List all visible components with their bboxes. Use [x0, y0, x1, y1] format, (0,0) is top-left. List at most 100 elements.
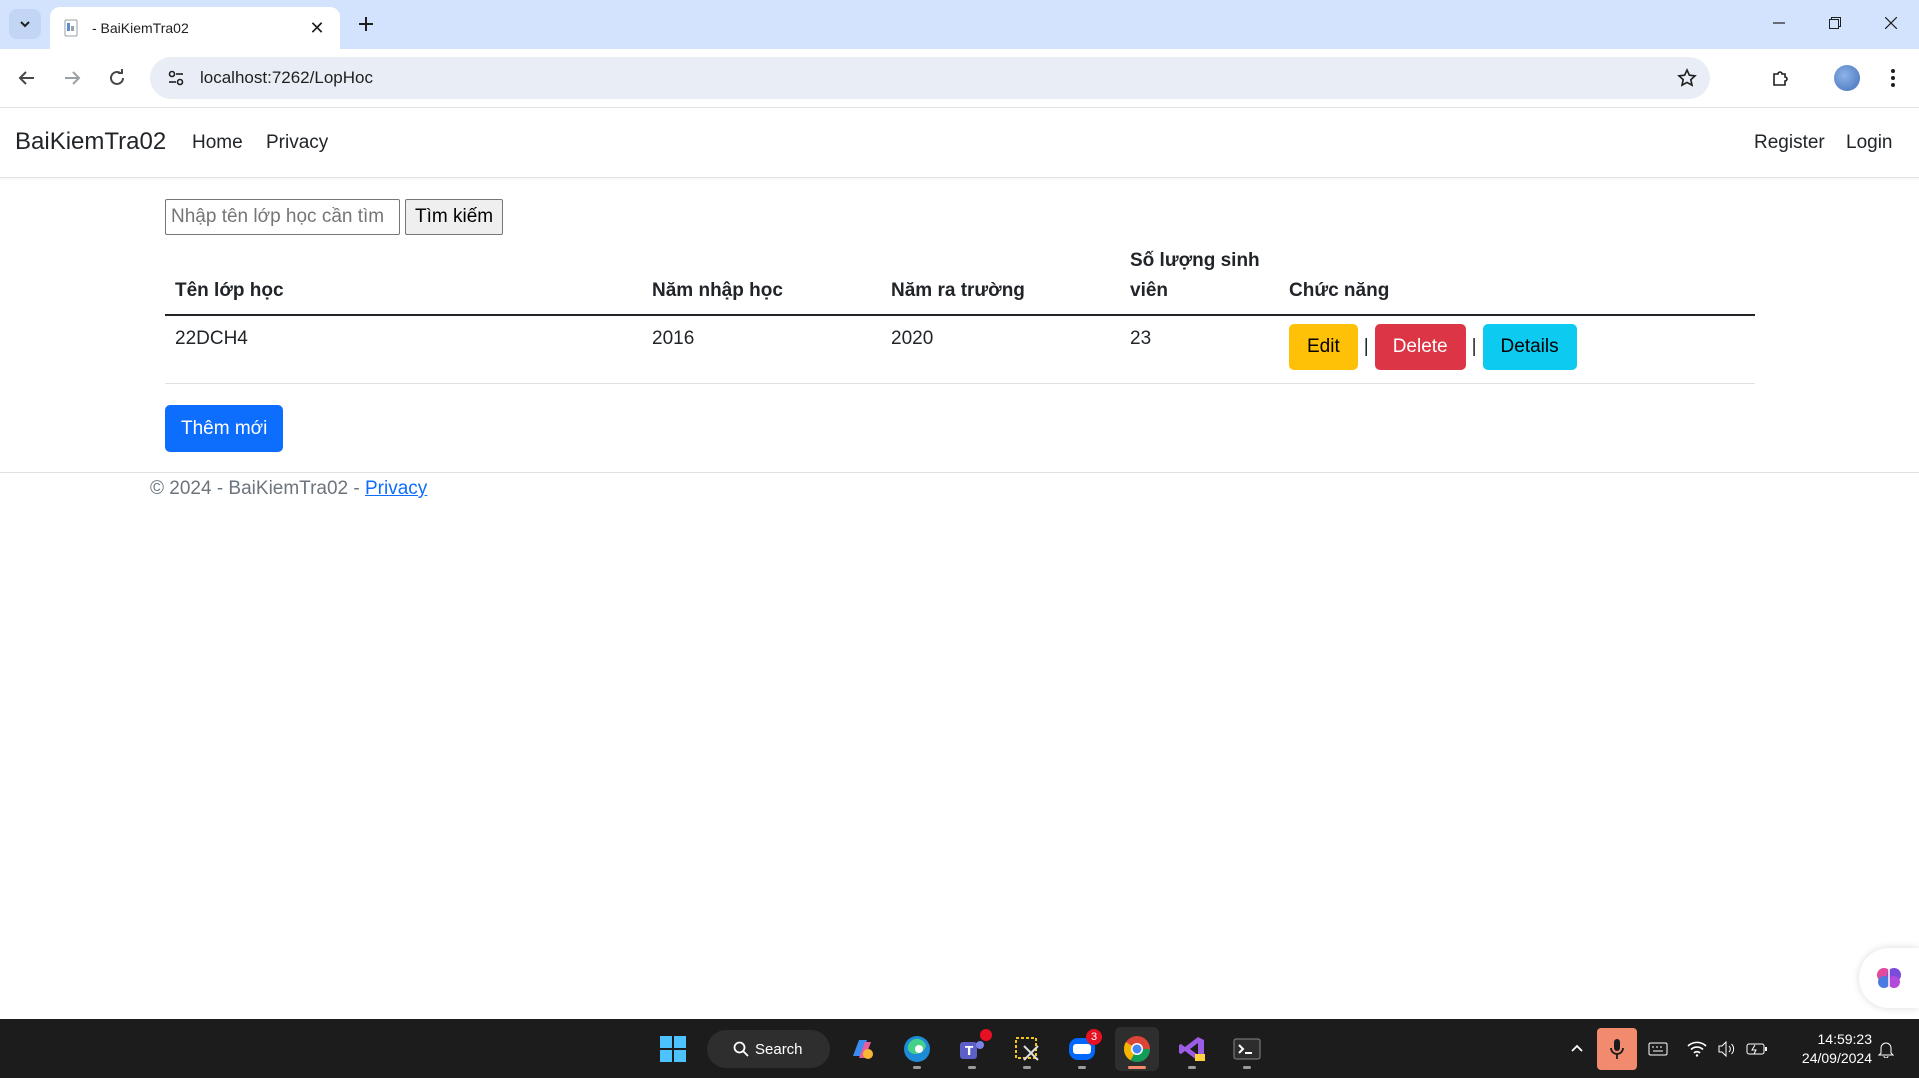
- cell-student-count: 23: [1120, 315, 1279, 384]
- notifications-button[interactable]: [1874, 1037, 1898, 1061]
- nav-login[interactable]: Login: [1846, 132, 1893, 154]
- tab-search-button[interactable]: [9, 9, 41, 39]
- cell-actions: Edit | Delete | Details: [1279, 315, 1755, 384]
- nav-home[interactable]: Home: [192, 132, 243, 154]
- reload-button[interactable]: [100, 61, 134, 95]
- restore-icon: [1829, 17, 1841, 29]
- cell-end-year: 2020: [881, 315, 1120, 384]
- edit-button[interactable]: Edit: [1289, 324, 1358, 370]
- back-button[interactable]: [10, 61, 44, 95]
- taskbar-visual-studio[interactable]: [1170, 1027, 1214, 1071]
- cell-class-name: 22DCH4: [165, 315, 642, 384]
- url-text: localhost:7262/LopHoc: [200, 68, 373, 87]
- footer-copyright: © 2024 - BaiKiemTra02 -: [150, 478, 365, 499]
- system-clock[interactable]: 14:59:23 24/09/2024: [1780, 1030, 1872, 1068]
- clock-time: 14:59:23: [1817, 1031, 1873, 1047]
- microphone-icon: [1610, 1039, 1624, 1059]
- nav-register[interactable]: Register: [1754, 132, 1825, 154]
- wifi-button[interactable]: [1685, 1037, 1709, 1061]
- running-indicator: [1188, 1066, 1196, 1069]
- close-tab-icon[interactable]: ✕: [306, 18, 328, 39]
- row-actions: Edit | Delete | Details: [1289, 324, 1745, 370]
- minimize-icon: [1773, 22, 1785, 24]
- taskbar-teams[interactable]: T: [950, 1027, 994, 1071]
- running-indicator: [913, 1066, 921, 1069]
- arrow-right-icon: [65, 71, 81, 85]
- start-button[interactable]: [651, 1027, 695, 1071]
- wifi-icon: [1687, 1041, 1707, 1057]
- search-form: Tìm kiếm: [165, 199, 504, 235]
- taskbar-edge[interactable]: [895, 1027, 939, 1071]
- header-start-year: Năm nhập học: [642, 238, 881, 316]
- close-window-button[interactable]: [1863, 0, 1919, 46]
- active-indicator: [1128, 1066, 1146, 1069]
- taskbar-search[interactable]: Search: [707, 1030, 830, 1068]
- minimize-button[interactable]: [1751, 0, 1807, 46]
- taskbar-chrome[interactable]: [1115, 1027, 1159, 1071]
- window-controls: [1751, 0, 1919, 46]
- browser-tab[interactable]: - BaiKiemTra02 ✕: [50, 7, 340, 49]
- restore-button[interactable]: [1807, 0, 1863, 46]
- chrome-icon: [1123, 1036, 1151, 1063]
- puzzle-icon: [1773, 71, 1788, 86]
- battery-icon: [1746, 1043, 1767, 1055]
- site-brand[interactable]: BaiKiemTra02: [15, 128, 166, 156]
- browser-toolbar: localhost:7262/LopHoc: [0, 49, 1919, 108]
- search-input[interactable]: [165, 199, 400, 235]
- address-bar[interactable]: localhost:7262/LopHoc: [150, 57, 1710, 99]
- browser-tab-strip: - BaiKiemTra02 ✕: [0, 0, 1919, 49]
- chevron-up-icon: [1571, 1044, 1583, 1052]
- battery-button[interactable]: [1745, 1037, 1769, 1061]
- header-end-year: Năm ra trường: [881, 238, 1120, 316]
- action-separator: |: [1471, 336, 1477, 357]
- chevron-down-icon: [20, 21, 30, 28]
- header-actions: Chức năng: [1279, 238, 1755, 316]
- search-button[interactable]: Tìm kiếm: [405, 199, 504, 235]
- nav-privacy[interactable]: Privacy: [266, 132, 328, 154]
- details-button[interactable]: Details: [1482, 324, 1577, 370]
- terminal-icon: [1233, 1038, 1261, 1060]
- tray-overflow-button[interactable]: [1565, 1037, 1589, 1061]
- taskbar-snipping-tool[interactable]: [1005, 1027, 1049, 1071]
- taskbar-search-label: Search: [755, 1040, 803, 1058]
- taskbar-terminal[interactable]: [1225, 1027, 1269, 1071]
- tab-title: - BaiKiemTra02: [92, 20, 189, 36]
- browser-menu-button[interactable]: [1876, 61, 1910, 95]
- cell-start-year: 2016: [642, 315, 881, 384]
- profile-button[interactable]: [1830, 61, 1864, 95]
- site-footer: © 2024 - BaiKiemTra02 - Privacy: [0, 472, 1919, 500]
- assistant-button[interactable]: [1859, 948, 1919, 1008]
- new-tab-button[interactable]: [352, 10, 380, 38]
- header-class-name: Tên lớp học: [165, 238, 642, 316]
- action-separator: |: [1363, 336, 1369, 357]
- running-indicator: [1078, 1066, 1086, 1069]
- keyboard-icon: [1648, 1042, 1668, 1056]
- bell-icon: [1877, 1042, 1895, 1058]
- extensions-button[interactable]: [1764, 61, 1798, 95]
- edge-icon: [904, 1036, 930, 1062]
- tune-icon: [168, 70, 184, 86]
- notification-dot: [980, 1029, 992, 1041]
- taskbar-zalo[interactable]: 3: [1060, 1027, 1104, 1071]
- add-new-button[interactable]: Thêm mới: [165, 405, 284, 452]
- close-icon: [1885, 17, 1897, 29]
- keyboard-button[interactable]: [1646, 1037, 1670, 1061]
- taskbar-copilot[interactable]: [840, 1027, 884, 1071]
- site-navbar: BaiKiemTra02 Home Privacy Register Login: [0, 108, 1919, 178]
- delete-button[interactable]: Delete: [1374, 324, 1466, 370]
- notification-badge: 3: [1086, 1029, 1102, 1045]
- copilot-icon: [853, 1040, 873, 1059]
- site-info-icon[interactable]: [164, 66, 188, 90]
- microphone-button[interactable]: [1597, 1028, 1637, 1070]
- kebab-menu-icon: [1891, 69, 1895, 87]
- header-student-count: Số lượng sinh viên: [1120, 238, 1279, 316]
- running-indicator: [1023, 1066, 1031, 1069]
- svg-text:T: T: [965, 1044, 974, 1058]
- bookmark-star-icon[interactable]: [1672, 63, 1702, 93]
- volume-icon: [1718, 1041, 1735, 1057]
- footer-privacy-link[interactable]: Privacy: [365, 478, 427, 499]
- plus-icon: [359, 17, 373, 31]
- forward-button[interactable]: [55, 61, 89, 95]
- class-table: Tên lớp học Năm nhập học Năm ra trường S…: [165, 238, 1755, 384]
- volume-button[interactable]: [1715, 1037, 1739, 1061]
